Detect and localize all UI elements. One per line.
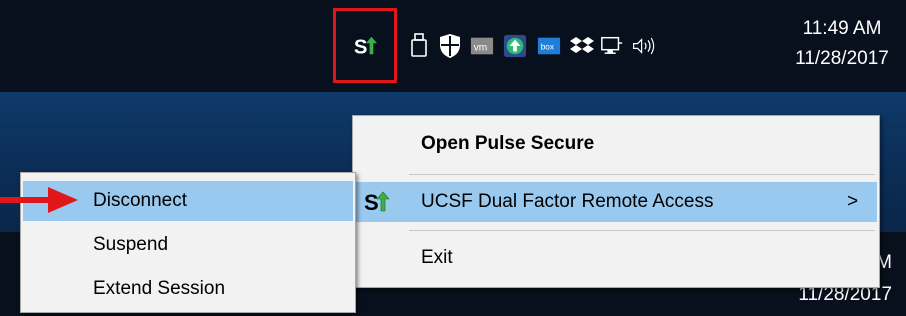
menu-item-exit[interactable]: Exit <box>353 238 879 278</box>
vmware-icon[interactable]: vm <box>470 34 494 58</box>
svg-text:vm: vm <box>474 43 488 54</box>
menu-separator <box>409 174 875 175</box>
upload-icon[interactable] <box>503 34 527 58</box>
windows-defender-icon[interactable] <box>438 34 462 58</box>
pointer-arrow-icon <box>0 187 78 213</box>
menu-item-suspend[interactable]: Suspend <box>21 225 355 265</box>
menu-item-extend-session[interactable]: Extend Session <box>21 269 355 309</box>
usb-drive-icon[interactable] <box>408 33 432 58</box>
taskbar-clock[interactable]: 11:49 AM 11/28/2017 <box>792 14 892 74</box>
menu-separator <box>409 230 875 231</box>
tray-highlight-box <box>333 8 397 83</box>
svg-text:box: box <box>541 42 555 52</box>
clock-date: 11/28/2017 <box>795 48 889 69</box>
svg-text:S: S <box>364 190 379 215</box>
clock-time: 11:49 AM <box>802 18 882 39</box>
volume-icon[interactable] <box>632 34 656 58</box>
chevron-right-icon: > <box>847 191 859 212</box>
box-icon[interactable]: box <box>537 34 561 58</box>
dropbox-icon[interactable] <box>570 34 594 58</box>
pulse-secure-icon: S <box>363 189 389 215</box>
menu-item-open-pulse[interactable]: Open Pulse Secure <box>353 124 879 164</box>
pulse-context-menu: Open Pulse Secure S UCSF Dual Factor Rem… <box>352 115 880 288</box>
network-icon[interactable] <box>600 34 624 58</box>
menu-item-connection[interactable]: S UCSF Dual Factor Remote Access > <box>355 182 877 222</box>
